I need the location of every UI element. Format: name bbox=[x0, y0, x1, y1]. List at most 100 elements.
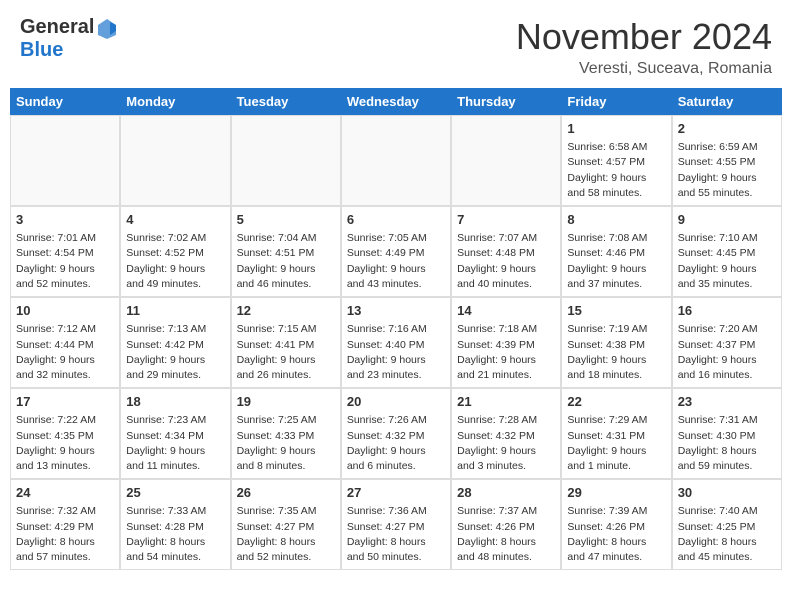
logo-icon bbox=[96, 17, 118, 39]
day-number: 26 bbox=[237, 484, 335, 502]
month-title: November 2024 bbox=[516, 16, 772, 58]
day-info: Sunrise: 6:59 AM Sunset: 4:55 PM Dayligh… bbox=[678, 140, 776, 201]
cal-cell bbox=[10, 115, 120, 206]
header-sunday: Sunday bbox=[10, 88, 120, 115]
cal-cell: 25 Sunrise: 7:33 AM Sunset: 4:28 PM Dayli… bbox=[120, 479, 230, 570]
day-number: 16 bbox=[678, 302, 776, 320]
logo: General Blue bbox=[20, 16, 118, 62]
day-number: 5 bbox=[237, 211, 335, 229]
cal-cell: 22 Sunrise: 7:29 AM Sunset: 4:31 PM Dayli… bbox=[561, 388, 671, 479]
cal-cell: 17Sunrise: 7:22 AM Sunset: 4:35 PM Dayli… bbox=[10, 388, 120, 479]
cal-cell: 19Sunrise: 7:25 AM Sunset: 4:33 PM Dayli… bbox=[231, 388, 341, 479]
cal-cell: 5 Sunrise: 7:04 AM Sunset: 4:51 PM Daylig… bbox=[231, 206, 341, 297]
day-number: 30 bbox=[678, 484, 776, 502]
cal-cell: 27 Sunrise: 7:36 AM Sunset: 4:27 PM Dayli… bbox=[341, 479, 451, 570]
day-number: 13 bbox=[347, 302, 445, 320]
day-number: 20 bbox=[347, 393, 445, 411]
header-saturday: Saturday bbox=[672, 88, 782, 115]
cal-cell: 3Sunrise: 7:01 AM Sunset: 4:54 PM Daylig… bbox=[10, 206, 120, 297]
day-info: Sunrise: 7:37 AM Sunset: 4:26 PM Dayligh… bbox=[457, 504, 555, 565]
cal-cell: 7 Sunrise: 7:07 AM Sunset: 4:48 PM Daylig… bbox=[451, 206, 561, 297]
cal-cell: 18 Sunrise: 7:23 AM Sunset: 4:34 PM Dayli… bbox=[120, 388, 230, 479]
logo-blue-text: Blue bbox=[20, 39, 63, 61]
header-thursday: Thursday bbox=[451, 88, 561, 115]
day-info: Sunrise: 7:02 AM Sunset: 4:52 PM Dayligh… bbox=[126, 231, 224, 292]
day-info: Sunrise: 7:23 AM Sunset: 4:34 PM Dayligh… bbox=[126, 413, 224, 474]
day-number: 22 bbox=[567, 393, 665, 411]
day-number: 29 bbox=[567, 484, 665, 502]
cal-cell: 6 Sunrise: 7:05 AM Sunset: 4:49 PM Daylig… bbox=[341, 206, 451, 297]
cal-cell: 8Sunrise: 7:08 AM Sunset: 4:46 PM Daylig… bbox=[561, 206, 671, 297]
cal-cell: 15 Sunrise: 7:19 AM Sunset: 4:38 PM Dayli… bbox=[561, 297, 671, 388]
day-info: Sunrise: 7:33 AM Sunset: 4:28 PM Dayligh… bbox=[126, 504, 224, 565]
day-number: 7 bbox=[457, 211, 555, 229]
day-info: Sunrise: 7:29 AM Sunset: 4:31 PM Dayligh… bbox=[567, 413, 665, 474]
cal-cell: 10 Sunrise: 7:12 AM Sunset: 4:44 PM Dayli… bbox=[10, 297, 120, 388]
cal-cell bbox=[231, 115, 341, 206]
day-info: Sunrise: 7:20 AM Sunset: 4:37 PM Dayligh… bbox=[678, 322, 776, 383]
day-number: 8 bbox=[567, 211, 665, 229]
day-info: Sunrise: 7:10 AM Sunset: 4:45 PM Dayligh… bbox=[678, 231, 776, 292]
day-info: Sunrise: 7:01 AM Sunset: 4:54 PM Dayligh… bbox=[16, 231, 114, 292]
day-info: Sunrise: 7:36 AM Sunset: 4:27 PM Dayligh… bbox=[347, 504, 445, 565]
cal-cell: 29 Sunrise: 7:39 AM Sunset: 4:26 PM Dayli… bbox=[561, 479, 671, 570]
cal-cell: 11 Sunrise: 7:13 AM Sunset: 4:42 PM Dayli… bbox=[120, 297, 230, 388]
day-info: Sunrise: 7:28 AM Sunset: 4:32 PM Dayligh… bbox=[457, 413, 555, 474]
header-tuesday: Tuesday bbox=[231, 88, 341, 115]
header-friday: Friday bbox=[561, 88, 671, 115]
day-number: 1 bbox=[567, 120, 665, 138]
cal-cell: 16 Sunrise: 7:20 AM Sunset: 4:37 PM Dayli… bbox=[672, 297, 782, 388]
cal-cell: 13 Sunrise: 7:16 AM Sunset: 4:40 PM Dayli… bbox=[341, 297, 451, 388]
day-number: 25 bbox=[126, 484, 224, 502]
cal-cell: 14Sunrise: 7:18 AM Sunset: 4:39 PM Dayli… bbox=[451, 297, 561, 388]
cal-cell: 30 Sunrise: 7:40 AM Sunset: 4:25 PM Dayli… bbox=[672, 479, 782, 570]
calendar-header: Sunday Monday Tuesday Wednesday Thursday… bbox=[10, 88, 782, 115]
day-info: Sunrise: 7:25 AM Sunset: 4:33 PM Dayligh… bbox=[237, 413, 335, 474]
day-info: Sunrise: 7:15 AM Sunset: 4:41 PM Dayligh… bbox=[237, 322, 335, 383]
day-info: Sunrise: 7:19 AM Sunset: 4:38 PM Dayligh… bbox=[567, 322, 665, 383]
day-info: Sunrise: 7:07 AM Sunset: 4:48 PM Dayligh… bbox=[457, 231, 555, 292]
day-info: Sunrise: 6:58 AM Sunset: 4:57 PM Dayligh… bbox=[567, 140, 665, 201]
calendar: Sunday Monday Tuesday Wednesday Thursday… bbox=[10, 88, 782, 570]
calendar-body: 1 Sunrise: 6:58 AM Sunset: 4:57 PM Daylig… bbox=[10, 115, 782, 570]
day-number: 23 bbox=[678, 393, 776, 411]
cal-cell: 12 Sunrise: 7:15 AM Sunset: 4:41 PM Dayli… bbox=[231, 297, 341, 388]
cal-cell: 26 Sunrise: 7:35 AM Sunset: 4:27 PM Dayli… bbox=[231, 479, 341, 570]
cal-cell bbox=[341, 115, 451, 206]
day-info: Sunrise: 7:12 AM Sunset: 4:44 PM Dayligh… bbox=[16, 322, 114, 383]
day-info: Sunrise: 7:04 AM Sunset: 4:51 PM Dayligh… bbox=[237, 231, 335, 292]
header-monday: Monday bbox=[120, 88, 230, 115]
day-number: 27 bbox=[347, 484, 445, 502]
day-number: 6 bbox=[347, 211, 445, 229]
header-wednesday: Wednesday bbox=[341, 88, 451, 115]
cal-cell: 1 Sunrise: 6:58 AM Sunset: 4:57 PM Daylig… bbox=[561, 115, 671, 206]
cal-cell: 21 Sunrise: 7:28 AM Sunset: 4:32 PM Dayli… bbox=[451, 388, 561, 479]
day-info: Sunrise: 7:39 AM Sunset: 4:26 PM Dayligh… bbox=[567, 504, 665, 565]
cal-cell bbox=[451, 115, 561, 206]
day-number: 24 bbox=[16, 484, 114, 502]
day-number: 12 bbox=[237, 302, 335, 320]
day-number: 18 bbox=[126, 393, 224, 411]
cal-cell: 9 Sunrise: 7:10 AM Sunset: 4:45 PM Daylig… bbox=[672, 206, 782, 297]
day-number: 14 bbox=[457, 302, 555, 320]
day-info: Sunrise: 7:40 AM Sunset: 4:25 PM Dayligh… bbox=[678, 504, 776, 565]
day-info: Sunrise: 7:16 AM Sunset: 4:40 PM Dayligh… bbox=[347, 322, 445, 383]
day-number: 11 bbox=[126, 302, 224, 320]
day-number: 9 bbox=[678, 211, 776, 229]
cal-cell: 28 Sunrise: 7:37 AM Sunset: 4:26 PM Dayli… bbox=[451, 479, 561, 570]
day-info: Sunrise: 7:32 AM Sunset: 4:29 PM Dayligh… bbox=[16, 504, 114, 565]
cal-cell: 4Sunrise: 7:02 AM Sunset: 4:52 PM Daylig… bbox=[120, 206, 230, 297]
day-info: Sunrise: 7:26 AM Sunset: 4:32 PM Dayligh… bbox=[347, 413, 445, 474]
header: General Blue November 2024 Veresti, Suce… bbox=[0, 0, 792, 88]
day-info: Sunrise: 7:13 AM Sunset: 4:42 PM Dayligh… bbox=[126, 322, 224, 383]
day-number: 10 bbox=[16, 302, 114, 320]
day-info: Sunrise: 7:05 AM Sunset: 4:49 PM Dayligh… bbox=[347, 231, 445, 292]
day-number: 15 bbox=[567, 302, 665, 320]
cal-cell bbox=[120, 115, 230, 206]
day-number: 17 bbox=[16, 393, 114, 411]
day-info: Sunrise: 7:35 AM Sunset: 4:27 PM Dayligh… bbox=[237, 504, 335, 565]
cal-cell: 23Sunrise: 7:31 AM Sunset: 4:30 PM Dayli… bbox=[672, 388, 782, 479]
day-number: 28 bbox=[457, 484, 555, 502]
logo-general-text: General bbox=[20, 16, 94, 39]
day-number: 21 bbox=[457, 393, 555, 411]
